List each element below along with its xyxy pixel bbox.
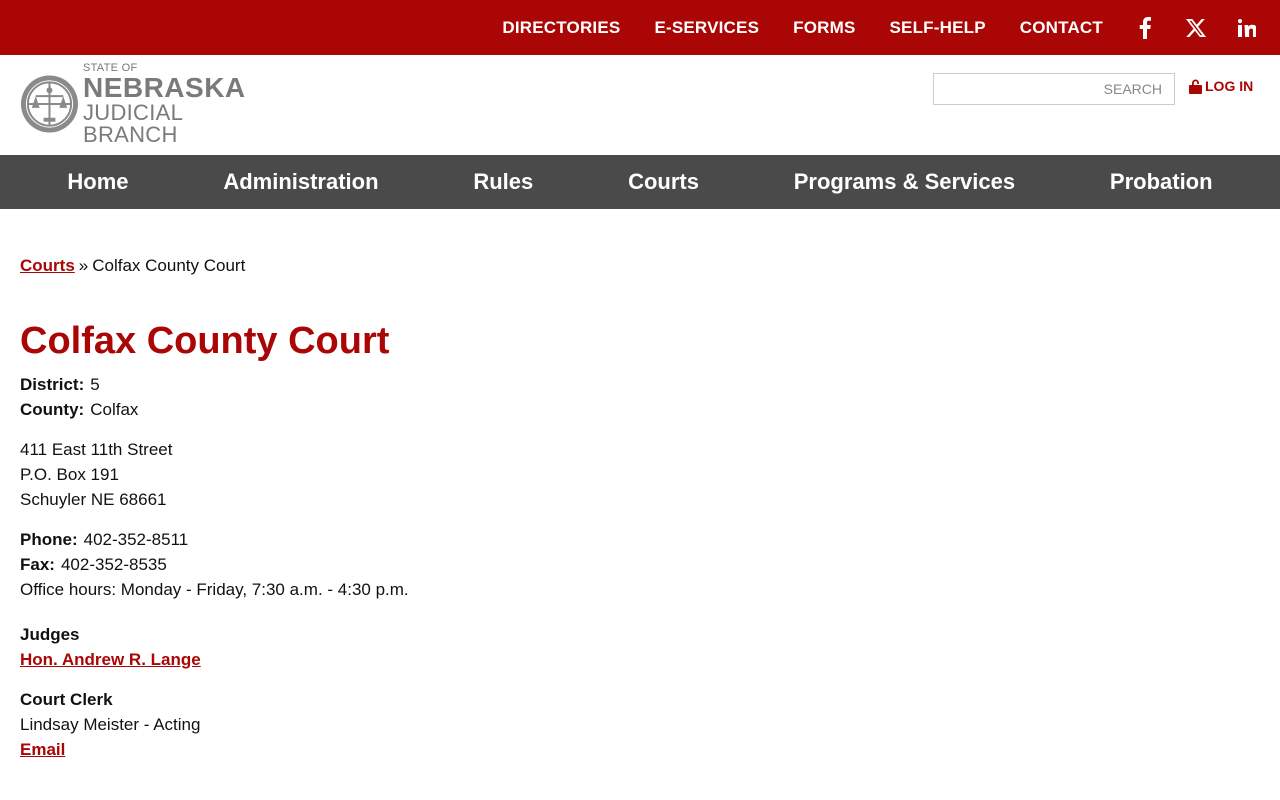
nav-programs-services[interactable]: Programs & Services: [794, 169, 1015, 195]
fax-value: 402-352-8535: [60, 555, 167, 574]
phone-value: 402-352-8511: [83, 530, 189, 549]
district-county-info: District: 5 County: Colfax: [20, 372, 920, 422]
social-links: [1111, 11, 1264, 45]
search-input[interactable]: [933, 73, 1175, 105]
breadcrumb: Courts» Colfax County Court: [20, 254, 920, 278]
nav-administration[interactable]: Administration: [223, 169, 378, 195]
logo-judicial-branch: JUDICIAL BRANCH: [82, 99, 183, 147]
county-row: County: Colfax: [20, 397, 920, 422]
state-seal-icon: [20, 75, 78, 133]
lock-icon: [1189, 79, 1202, 94]
site-header: STATE OF NEBRASKA JUDICIAL BRANCH LOG IN: [0, 55, 1280, 155]
self-help-link[interactable]: SELF-HELP: [890, 18, 986, 38]
address-block: 411 East 11th Street P.O. Box 191 Schuyl…: [20, 437, 920, 512]
nav-courts[interactable]: Courts: [628, 169, 699, 195]
district-label: District:: [20, 375, 85, 394]
e-services-link[interactable]: E-SERVICES: [654, 18, 759, 38]
breadcrumb-separator: »: [78, 256, 89, 275]
logo-nebraska: NEBRASKA: [82, 71, 246, 103]
judges-block: Judges Hon. Andrew R. Lange: [20, 622, 920, 672]
contact-block: Phone: 402-352-8511 Fax: 402-352-8535 Offi…: [20, 527, 920, 602]
breadcrumb-courts-link[interactable]: Courts: [20, 256, 75, 275]
directories-link[interactable]: DIRECTORIES: [502, 18, 620, 38]
main-content: Courts» Colfax County Court Colfax County…: [20, 254, 920, 762]
top-utility-bar: DIRECTORIES E-SERVICES FORMS SELF-HELP C…: [0, 0, 1280, 55]
linkedin-icon[interactable]: [1230, 11, 1264, 45]
fax-label: Fax:: [20, 555, 55, 574]
district-value: 5: [90, 375, 100, 394]
district-row: District: 5: [20, 372, 920, 397]
facebook-icon[interactable]: [1128, 11, 1162, 45]
clerk-heading: Court Clerk: [20, 690, 113, 709]
utility-links: DIRECTORIES E-SERVICES FORMS SELF-HELP C…: [502, 0, 1280, 55]
address-line: 411 East 11th Street: [20, 440, 173, 459]
forms-link[interactable]: FORMS: [793, 18, 855, 38]
nav-home[interactable]: Home: [67, 169, 128, 195]
county-label: County:: [20, 400, 85, 419]
phone-label: Phone:: [20, 530, 78, 549]
breadcrumb-current: Colfax County Court: [92, 256, 246, 275]
contact-link[interactable]: CONTACT: [1020, 18, 1103, 38]
clerk-email-link[interactable]: Email: [20, 740, 65, 759]
address-line: P.O. Box 191: [20, 465, 119, 484]
logo-wordmark: STATE OF NEBRASKA JUDICIAL BRANCH: [82, 62, 280, 147]
login-link[interactable]: LOG IN: [1189, 78, 1253, 94]
phone-row: Phone: 402-352-8511: [20, 527, 920, 552]
county-value: Colfax: [90, 400, 139, 419]
nav-rules[interactable]: Rules: [473, 169, 533, 195]
nebraska-judicial-branch-logo[interactable]: STATE OF NEBRASKA JUDICIAL BRANCH: [20, 62, 280, 145]
main-navigation: Home Administration Rules Courts Program…: [0, 155, 1280, 209]
clerk-block: Court Clerk Lindsay Meister - Acting Ema…: [20, 687, 920, 762]
page-title: Colfax County Court: [20, 320, 390, 362]
address-line: Schuyler NE 68661: [20, 490, 167, 509]
office-hours: Office hours: Monday - Friday, 7:30 a.m.…: [20, 580, 409, 599]
fax-row: Fax: 402-352-8535: [20, 552, 920, 577]
judge-link[interactable]: Hon. Andrew R. Lange: [20, 650, 201, 669]
nav-probation[interactable]: Probation: [1110, 169, 1213, 195]
clerk-name: Lindsay Meister - Acting: [20, 715, 201, 734]
login-label: LOG IN: [1205, 78, 1254, 94]
judges-heading: Judges: [20, 625, 80, 644]
x-twitter-icon[interactable]: [1179, 11, 1213, 45]
